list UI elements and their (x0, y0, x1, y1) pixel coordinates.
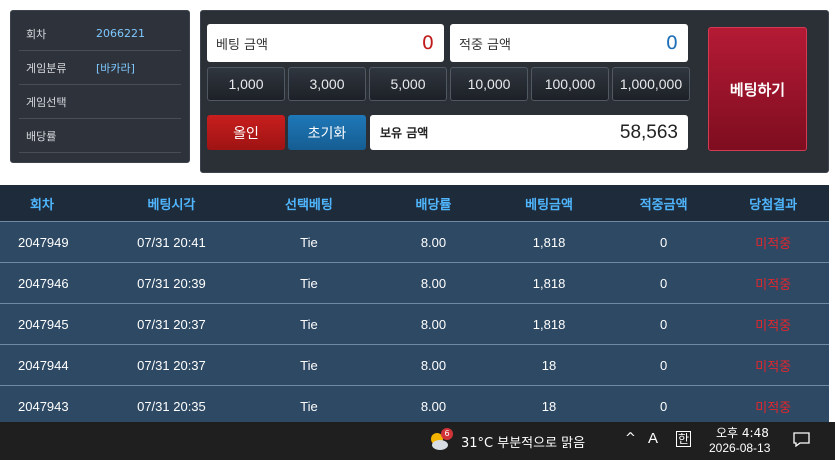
info-label: 회차 (26, 27, 47, 41)
cell-result: 미적중 (755, 317, 792, 333)
cell-round: 2047946 (18, 275, 69, 291)
cell-selection: Tie (300, 398, 318, 414)
cell-hit-amount: 0 (660, 357, 668, 373)
header-round: 회차 (30, 197, 54, 213)
table-row: 2047944 07/31 20:37 Tie 8.00 18 0 미적중 (0, 344, 829, 385)
cell-bet-time: 07/31 20:39 (137, 275, 206, 291)
round-info-panel: 회차 2066221 게임분류 [바카라] 게임선택 배당률 (10, 10, 190, 163)
betting-amount-value: 0 (421, 32, 434, 54)
cell-odds: 8.00 (420, 357, 447, 373)
cell-round: 2047945 (18, 316, 69, 332)
round-number: 2066221 (96, 27, 145, 40)
info-row-round: 회차 2066221 (19, 17, 181, 51)
cell-bet-time: 07/31 20:35 (137, 398, 206, 414)
table-header: 회차 베팅시각 선택베팅 배당률 베팅금액 적중금액 당첨결과 (0, 185, 829, 221)
cell-result: 미적중 (755, 276, 792, 292)
info-row-game-select: 게임선택 (19, 85, 181, 119)
chip-1000000-button[interactable]: 1,000,000 (612, 67, 690, 101)
header-result: 당첨결과 (749, 197, 798, 213)
cell-bet-time: 07/31 20:37 (137, 357, 206, 373)
weather-text[interactable]: 31°C 부분적으로 맑음 (461, 432, 585, 451)
info-label: 배당률 (26, 129, 57, 143)
hit-amount-value: 0 (665, 32, 678, 54)
cell-selection: Tie (300, 357, 318, 373)
notification-icon[interactable] (793, 432, 810, 448)
taskbar: 6 31°C 부분적으로 맑음 ^ A 한 오후 4:48 2026-08-13 (0, 422, 835, 460)
cell-selection: Tie (300, 275, 318, 291)
cell-round: 2047943 (18, 398, 69, 414)
cell-bet-amount: 1,818 (532, 316, 566, 332)
chip-1000-button[interactable]: 1,000 (207, 67, 285, 101)
cell-round: 2047949 (18, 234, 69, 250)
header-bet-time: 베팅시각 (147, 197, 196, 213)
betting-amount-box: 베팅 금액 0 (207, 24, 444, 62)
cell-bet-time: 07/31 20:41 (137, 234, 206, 250)
header-selection: 선택베팅 (285, 197, 333, 213)
balance-label: 보유 금액 (380, 126, 429, 140)
all-in-button[interactable]: 올인 (207, 115, 285, 150)
cell-result: 미적중 (755, 358, 792, 374)
chip-10000-button[interactable]: 10,000 (450, 67, 528, 101)
header-hit-amount: 적중금액 (639, 197, 688, 213)
cell-selection: Tie (300, 234, 318, 250)
cell-bet-amount: 18 (541, 357, 557, 373)
chip-5000-button[interactable]: 5,000 (369, 67, 447, 101)
cell-odds: 8.00 (420, 234, 447, 250)
game-type-value: [바카라] (96, 61, 135, 75)
hit-amount-label: 적중 금액 (459, 37, 511, 53)
cell-bet-time: 07/31 20:37 (137, 316, 206, 332)
table-row: 2047943 07/31 20:35 Tie 8.00 18 0 미적중 (0, 385, 829, 422)
cell-bet-amount: 1,818 (532, 234, 566, 250)
cell-odds: 8.00 (420, 275, 447, 291)
chip-buttons: 1,000 3,000 5,000 10,000 100,000 1,000,0… (207, 67, 690, 101)
hit-amount-box: 적중 금액 0 (450, 24, 688, 62)
header-bet-amount: 베팅금액 (525, 197, 573, 213)
clock-time[interactable]: 오후 4:48 (716, 424, 769, 441)
bet-panel-area: 회차 2066221 게임분류 [바카라] 게임선택 배당률 베팅 금액 0 적… (0, 0, 835, 179)
place-bet-button[interactable]: 베팅하기 (708, 27, 807, 151)
info-row-game-type: 게임분류 [바카라] (19, 51, 181, 85)
clock-date[interactable]: 2026-08-13 (709, 441, 770, 455)
balance-box: 보유 금액 58,563 (370, 115, 688, 150)
cell-hit-amount: 0 (660, 398, 668, 414)
cell-round: 2047944 (18, 357, 69, 373)
info-label: 게임분류 (26, 61, 67, 75)
betting-panel: 베팅 금액 0 적중 금액 0 1,000 3,000 5,000 10,000… (200, 10, 829, 173)
chip-3000-button[interactable]: 3,000 (288, 67, 366, 101)
cell-hit-amount: 0 (660, 275, 668, 291)
cell-bet-amount: 1,818 (532, 275, 566, 291)
cell-selection: Tie (300, 316, 318, 332)
header-odds: 배당률 (415, 197, 452, 213)
reset-button[interactable]: 초기화 (288, 115, 366, 150)
chevron-up-icon[interactable]: ^ (625, 431, 636, 446)
cell-hit-amount: 0 (660, 316, 668, 332)
table-row: 2047949 07/31 20:41 Tie 8.00 1,818 0 미적중 (0, 221, 829, 262)
info-row-odds: 배당률 (19, 119, 181, 153)
cell-result: 미적중 (755, 235, 792, 251)
cell-result: 미적중 (755, 399, 792, 415)
betting-amount-label: 베팅 금액 (216, 37, 268, 53)
table-row: 2047945 07/31 20:37 Tie 8.00 1,818 0 미적중 (0, 303, 829, 344)
balance-value: 58,563 (619, 121, 678, 143)
table-row: 2047946 07/31 20:39 Tie 8.00 1,818 0 미적중 (0, 262, 829, 303)
weather-badge: 6 (441, 428, 453, 440)
cell-hit-amount: 0 (660, 234, 668, 250)
ime-icon[interactable]: 한 (676, 431, 692, 447)
cell-odds: 8.00 (420, 398, 447, 414)
input-mode-indicator[interactable]: A (648, 430, 658, 447)
cell-bet-amount: 18 (541, 398, 557, 414)
chip-100000-button[interactable]: 100,000 (531, 67, 609, 101)
cell-odds: 8.00 (420, 316, 447, 332)
info-label: 게임선택 (26, 95, 67, 109)
bet-history-table: 회차 베팅시각 선택베팅 배당률 베팅금액 적중금액 당첨결과 2047949 … (0, 185, 829, 422)
